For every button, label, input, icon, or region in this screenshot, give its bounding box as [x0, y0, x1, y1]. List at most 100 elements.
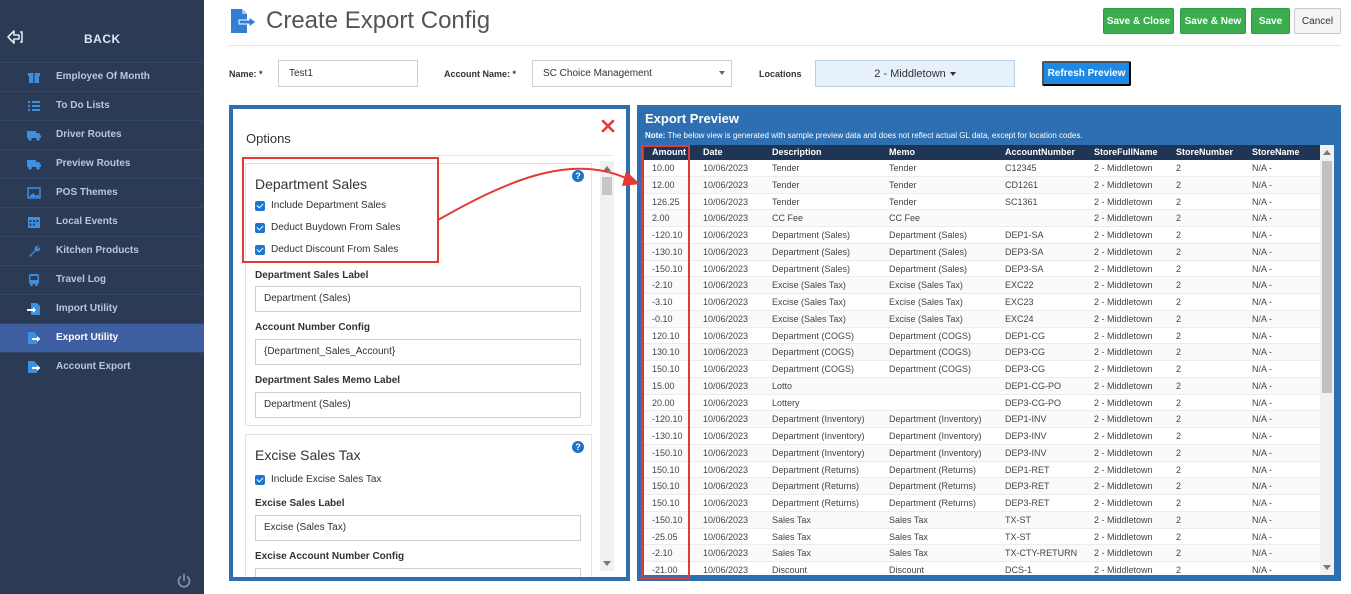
cell-storefullname: 2 - Middletown	[1094, 196, 1153, 207]
cell-description: Department (Returns)	[772, 481, 860, 492]
back-arrow-icon	[7, 30, 23, 44]
scroll-up-icon[interactable]	[1323, 150, 1331, 155]
column-header-storefullname[interactable]: StoreFullName	[1094, 147, 1158, 157]
cell-date: 10/06/2023	[703, 297, 749, 307]
cell-date: 10/06/2023	[703, 498, 749, 508]
cell-description: Discount	[772, 565, 808, 575]
cell-accountnumber: CD1261	[1005, 179, 1039, 190]
cell-storenumber: 2	[1176, 364, 1182, 374]
sidebar-item-employee-of-month[interactable]: Employee Of Month	[0, 62, 204, 91]
cell-storefullname: 2 - Middletown	[1094, 498, 1153, 508]
table-row: -25.05 10/06/2023 Sales Tax Sales Tax TX-ST 2…	[644, 529, 1320, 546]
help-icon[interactable]: ?	[572, 441, 584, 453]
sidebar-item-to-do-lists[interactable]: To Do Lists	[0, 91, 204, 120]
cell-date: 10/06/2023	[703, 364, 749, 374]
power-icon[interactable]	[176, 573, 192, 589]
options-divider	[245, 155, 613, 156]
cell-date: 10/06/2023	[703, 330, 749, 341]
column-header-memo[interactable]: Memo	[889, 147, 915, 157]
checkbox-label: Include Excise Sales Tax	[271, 474, 382, 485]
cell-storenumber: 2	[1176, 347, 1182, 358]
cell-storenumber: 2	[1176, 246, 1182, 257]
sidebar-item-driver-routes[interactable]: Driver Routes	[0, 120, 204, 149]
table-row: -130.10 10/06/2023 Department (Inventory) D…	[644, 428, 1320, 445]
locations-dropdown[interactable]: 2 - Middletown	[815, 60, 1015, 87]
cell-storenumber: 2	[1176, 163, 1182, 173]
cell-memo: Department (Sales)	[889, 230, 968, 240]
sidebar-item-local-events[interactable]: Local Events	[0, 207, 204, 236]
table-row: 150.10 10/06/2023 Department (Returns) Depa…	[644, 462, 1320, 479]
cell-accountnumber: TX-ST	[1005, 531, 1031, 542]
sidebar-item-import-utility[interactable]: Import Utility	[0, 294, 204, 323]
department-sales-label-input[interactable]: Department (Sales)	[255, 286, 581, 312]
save-and-new-button[interactable]: Save & New	[1180, 8, 1246, 34]
cell-storename: N/A -	[1252, 297, 1273, 307]
department-sales-memo-input[interactable]: Department (Sales)	[255, 392, 581, 418]
sidebar: BACK Employee Of Month To Do Lists Driver …	[0, 0, 204, 594]
header-divider	[229, 45, 1341, 46]
locations-value: 2 - Middletown	[874, 67, 946, 80]
cell-storenumber: 2	[1176, 179, 1182, 190]
account-name-select[interactable]: SC Choice Management	[532, 60, 732, 87]
excise-account-number-input[interactable]	[255, 568, 581, 577]
table-row: 2.00 10/06/2023 CC Fee CC Fee 2 - Middletown…	[644, 210, 1320, 227]
column-header-storename[interactable]: StoreName	[1252, 147, 1300, 157]
cell-storefullname: 2 - Middletown	[1094, 565, 1153, 575]
cell-accountnumber: DCS-1	[1005, 565, 1033, 575]
sidebar-item-account-export[interactable]: Account Export	[0, 352, 204, 381]
excise-sales-label-input[interactable]: Excise (Sales Tax)	[255, 515, 581, 541]
cell-storenumber: 2	[1176, 565, 1182, 575]
scrollbar-thumb[interactable]	[1322, 161, 1332, 393]
cell-memo: Department (COGS)	[889, 330, 972, 341]
refresh-preview-button[interactable]: Refresh Preview	[1042, 61, 1131, 86]
cell-memo: Excise (Sales Tax)	[889, 313, 963, 324]
account-number-config-input[interactable]: {Department_Sales_Account}	[255, 339, 581, 365]
cell-storefullname: 2 - Middletown	[1094, 414, 1153, 425]
cell-storename: N/A -	[1252, 531, 1273, 542]
sidebar-item-pos-themes[interactable]: POS Themes	[0, 178, 204, 207]
column-header-accountnumber[interactable]: AccountNumber	[1005, 147, 1075, 157]
cell-memo: Discount	[889, 565, 925, 575]
sidebar-item-travel-log[interactable]: Travel Log	[0, 265, 204, 294]
table-header: Amount Date Description Memo AccountNumber St…	[644, 145, 1320, 160]
column-header-description[interactable]: Description	[772, 147, 822, 157]
cell-storename: N/A -	[1252, 230, 1273, 240]
cell-memo: Department (COGS)	[889, 364, 972, 374]
cell-storename: N/A -	[1252, 330, 1273, 341]
table-row: 150.10 10/06/2023 Department (Returns) Depa…	[644, 495, 1320, 512]
save-and-close-button[interactable]: Save & Close	[1103, 8, 1174, 34]
cancel-button[interactable]: Cancel	[1294, 8, 1341, 34]
sidebar-item-label: Travel Log	[56, 274, 107, 285]
cell-description: Department (Sales)	[772, 230, 851, 240]
cell-memo: Department (Sales)	[889, 263, 968, 274]
sidebar-item-kitchen-products[interactable]: Kitchen Products	[0, 236, 204, 265]
include-excise-sales-tax-checkbox[interactable]: Include Excise Sales Tax	[255, 474, 381, 485]
cell-accountnumber: SC1361	[1005, 196, 1038, 207]
cell-storename: N/A -	[1252, 213, 1273, 224]
back-button[interactable]: BACK	[0, 0, 204, 62]
sidebar-item-preview-routes[interactable]: Preview Routes	[0, 149, 204, 178]
cell-storename: N/A -	[1252, 280, 1273, 291]
table-row: 20.00 10/06/2023 Lottery DEP3-CG-PO 2 - Midd…	[644, 395, 1320, 412]
sidebar-item-export-utility[interactable]: Export Utility	[0, 323, 204, 352]
image-icon	[27, 187, 41, 199]
table-row: 130.10 10/06/2023 Department (COGS) Departm…	[644, 344, 1320, 361]
cell-memo: Department (Inventory)	[889, 431, 982, 441]
scroll-down-icon[interactable]	[1323, 565, 1331, 570]
cell-date: 10/06/2023	[703, 263, 749, 274]
cell-description: Department (Returns)	[772, 498, 860, 508]
cell-date: 10/06/2023	[703, 280, 749, 291]
column-header-storenumber[interactable]: StoreNumber	[1176, 147, 1233, 157]
cell-accountnumber: DEP3-RET	[1005, 481, 1050, 492]
scroll-down-icon[interactable]	[603, 561, 611, 566]
save-button[interactable]: Save	[1251, 8, 1290, 34]
cell-storenumber: 2	[1176, 431, 1182, 441]
cell-memo: Department (Returns)	[889, 464, 977, 475]
cell-description: Department (Sales)	[772, 263, 851, 274]
table-scrollbar[interactable]	[1320, 145, 1334, 575]
name-input[interactable]: Test1	[278, 60, 418, 87]
column-header-date[interactable]: Date	[703, 147, 723, 157]
cell-storefullname: 2 - Middletown	[1094, 313, 1153, 324]
close-icon[interactable]	[601, 119, 615, 133]
cell-storenumber: 2	[1176, 514, 1182, 525]
